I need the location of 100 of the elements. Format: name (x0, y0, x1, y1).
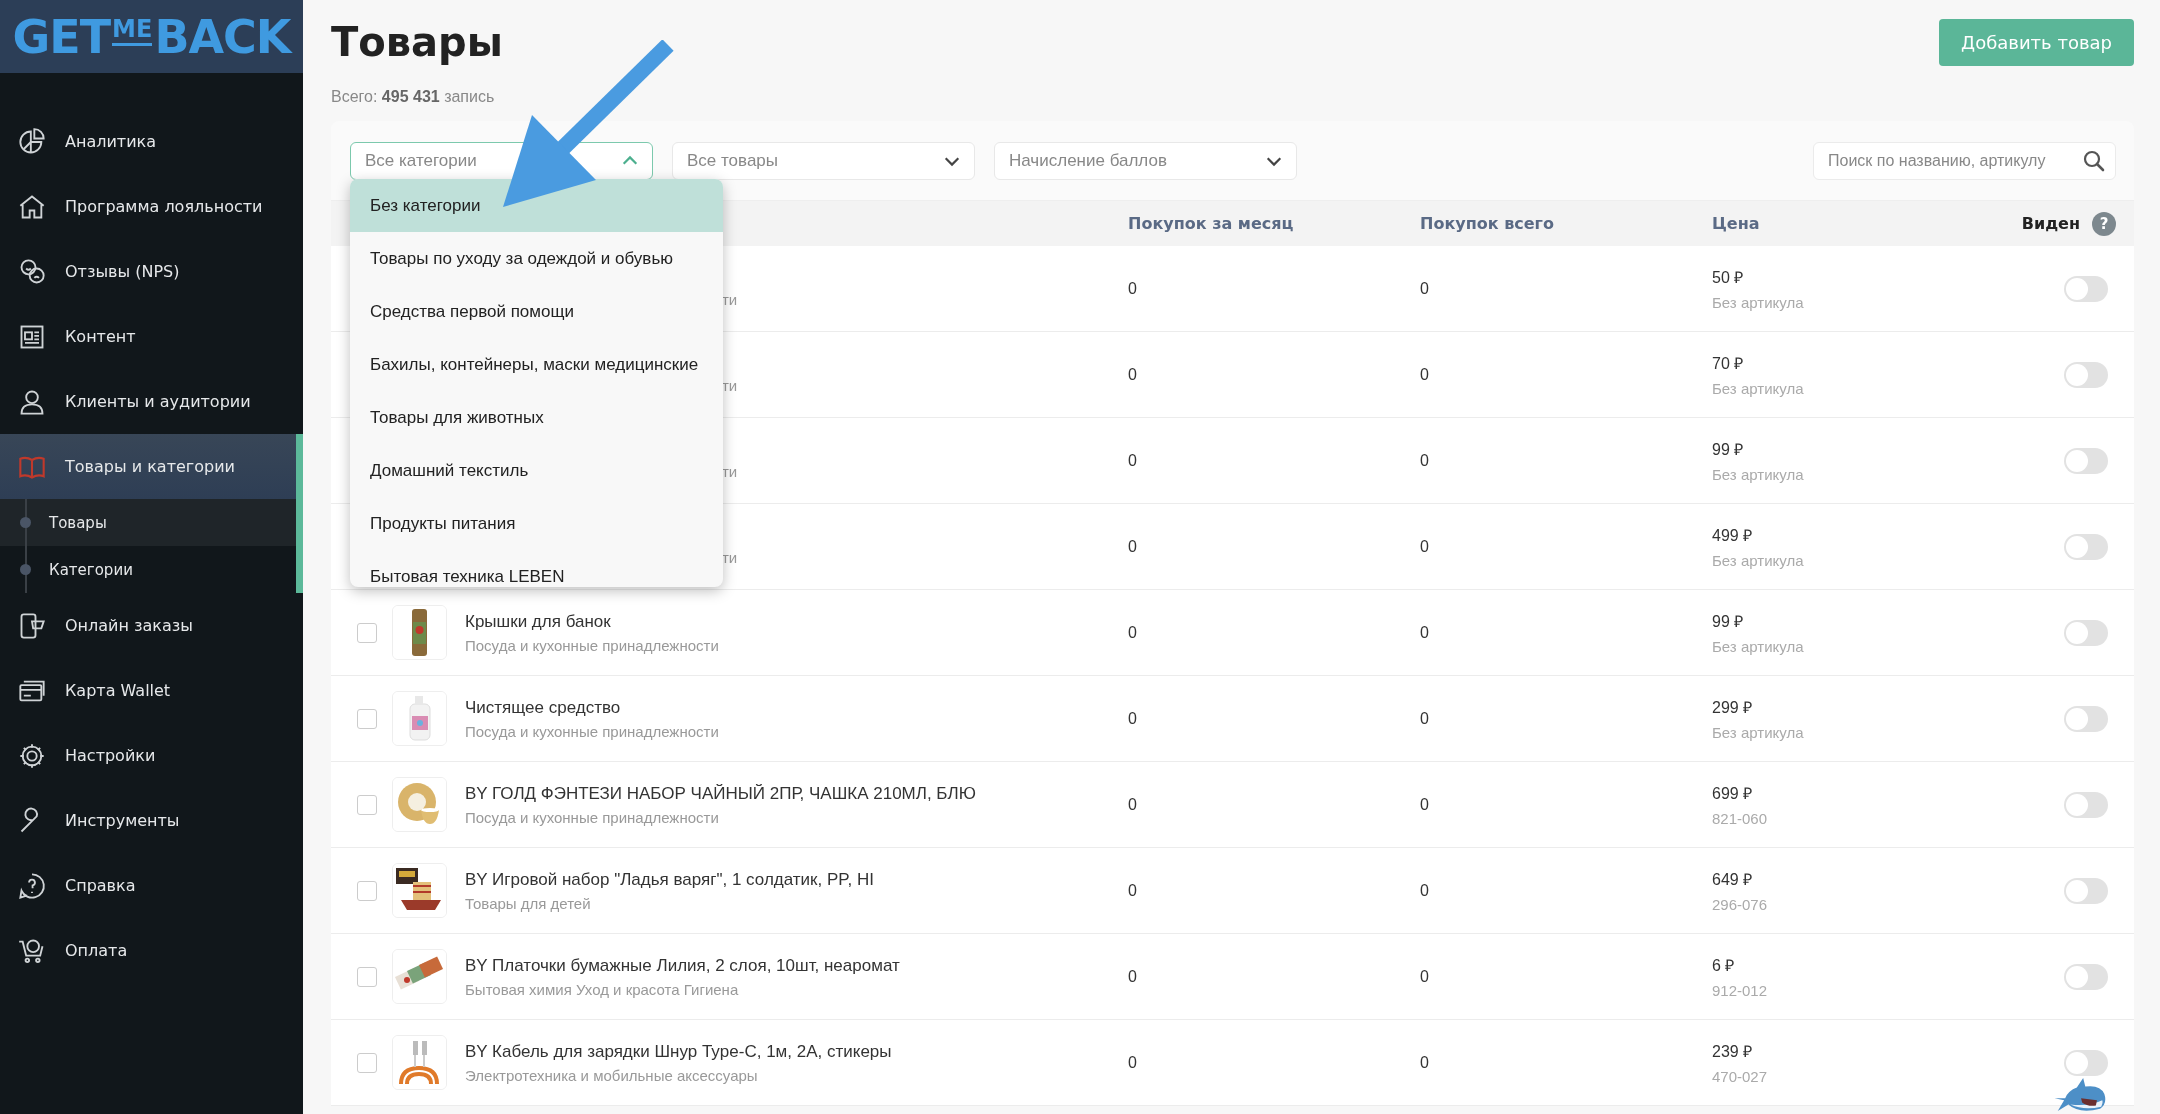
visibility-toggle[interactable] (2064, 1049, 2108, 1076)
dropdown-option[interactable]: Средства первой помощи (350, 285, 723, 338)
product-category: ти (722, 291, 738, 308)
visibility-toggle[interactable] (2064, 877, 2108, 904)
column-header: Виден (2021, 214, 2080, 233)
article-text: Без артикула (1712, 638, 1805, 655)
table-cell-text: 0 (1420, 967, 1430, 986)
sidebar-item[interactable]: Товары и категории (0, 434, 303, 499)
help-icon (18, 871, 46, 900)
table-cell-text: 0 (1420, 365, 1430, 384)
price-text: 699 ₽ (1712, 784, 1754, 804)
product-name[interactable]: BY ГОЛД ФЭНТЕЗИ НАБОР ЧАЙНЫЙ 2ПР, ЧАШКА 210МЛ, БЛЮ (465, 783, 976, 804)
sidebar-item[interactable]: Настройки (0, 723, 303, 788)
product-name[interactable]: Крышки для банок (465, 611, 719, 632)
sidebar-item[interactable]: Инструменты (0, 788, 303, 853)
price-text: 6 ₽ (1712, 956, 1736, 976)
table-cell-text: 0 (1420, 279, 1430, 298)
price-text: 99 ₽ (1712, 612, 1745, 632)
sidebar-item[interactable]: Контент (0, 304, 303, 369)
product-category: Посуда и кухонные принадлежности (465, 722, 719, 740)
dropdown-option[interactable]: Бытовая техника LEBEN (350, 550, 723, 587)
article-text: Без артикула (1712, 724, 1805, 741)
table-cell-text: 0 (1420, 709, 1430, 728)
article-text: 912-012 (1712, 982, 1769, 999)
product-category: Посуда и кухонные принадлежности (465, 636, 719, 654)
article-text: 821-060 (1712, 810, 1769, 827)
row-checkbox[interactable] (357, 708, 377, 729)
visibility-toggle[interactable] (2064, 705, 2108, 732)
table-cell-text: 0 (1420, 881, 1430, 900)
article-text: Без артикула (1712, 294, 1805, 311)
table-cell-text: 0 (1128, 795, 1138, 814)
row-checkbox[interactable] (357, 966, 377, 987)
product-category: ти (722, 549, 738, 566)
dropdown-option[interactable]: Товары по уходу за одеждой и обувью (350, 232, 723, 285)
dropdown-option[interactable]: Товары для животных (350, 391, 723, 444)
sidebar-item[interactable]: Программа лояльности (0, 174, 303, 239)
price-text: 499 ₽ (1712, 526, 1754, 546)
product-name[interactable]: Чистящее средство (465, 697, 719, 718)
product-category: Бытовая химия Уход и красота Гигиена (465, 980, 740, 998)
search-field[interactable]: Поиск по названию, артикулу (1813, 141, 2116, 180)
visibility-toggle[interactable] (2064, 791, 2108, 818)
product-name[interactable]: BY Кабель для зарядки Шнур Type-C, 1м, 2A, стикеры (465, 1041, 892, 1062)
row-checkbox[interactable] (357, 880, 377, 901)
sidebar-item[interactable]: Карта Wallet (0, 658, 303, 723)
visibility-toggle[interactable] (2064, 619, 2108, 646)
gear-icon (18, 741, 46, 770)
visibility-toggle[interactable] (2064, 361, 2108, 388)
product-category: Товары для детей (465, 894, 592, 912)
table-cell-text: 0 (1420, 1053, 1430, 1072)
table-cell-text: 0 (1420, 537, 1430, 556)
sidebar-subitem[interactable]: Товары (0, 499, 303, 546)
sidebar-item[interactable]: Оплата (0, 918, 303, 983)
product-name[interactable]: BY Игровой набор "Ладья варяг", 1 солдатик, PP, HI (465, 869, 874, 890)
table-cell-text: 0 (1128, 623, 1138, 642)
article-text: Без артикула (1712, 552, 1805, 569)
row-checkbox[interactable] (357, 1052, 377, 1073)
sidebar-item[interactable]: Аналитика (0, 109, 303, 174)
search-icon[interactable] (2082, 148, 2106, 173)
table-cell-text: 0 (1128, 537, 1138, 556)
article-text: Без артикула (1712, 380, 1805, 397)
table-cell-text: 0 (1128, 1053, 1138, 1072)
product-category: Посуда и кухонные принадлежности (465, 808, 720, 826)
table-cell-text: 0 (1420, 795, 1430, 814)
sidebar-item[interactable]: Клиенты и аудитории (0, 369, 303, 434)
phone-cart-icon (18, 611, 46, 640)
dropdown-option[interactable]: Без категории (350, 179, 723, 232)
chat-faces-icon (18, 257, 46, 286)
row-checkbox[interactable] (357, 622, 377, 643)
visibility-toggle[interactable] (2064, 275, 2108, 302)
dropdown-option[interactable]: Домашний текстиль (350, 444, 723, 497)
price-text: 649 ₽ (1712, 870, 1754, 890)
dropdown-option[interactable]: Бахилы, контейнеры, маски медицинские (350, 338, 723, 391)
product-category: Электротехника и мобильные аксессуары (465, 1066, 759, 1084)
product-name[interactable]: BY Платочки бумажные Лилия, 2 слоя, 10шт, неаромат (465, 955, 900, 976)
help-icon[interactable]: ? (2092, 211, 2116, 236)
chart-icon (18, 127, 46, 156)
sidebar-item[interactable]: Справка (0, 853, 303, 918)
table-cell-text: 0 (1128, 881, 1138, 900)
sidebar-item[interactable]: Онлайн заказы (0, 593, 303, 658)
price-text: 70 ₽ (1712, 354, 1745, 374)
sidebar-item[interactable]: Отзывы (NPS) (0, 239, 303, 304)
column-header: Покупок за месяц (1128, 214, 1295, 233)
table-cell-text: 0 (1128, 451, 1138, 470)
price-text: 50 ₽ (1712, 268, 1745, 288)
price-text: 99 ₽ (1712, 440, 1745, 460)
table-cell-text: 0 (1128, 279, 1138, 298)
visibility-toggle[interactable] (2064, 963, 2108, 990)
table-cell-text: 0 (1128, 709, 1138, 728)
article-text: 296-076 (1712, 896, 1769, 913)
column-header: Покупок всего (1420, 214, 1555, 233)
table-cell-text: 0 (1128, 365, 1138, 384)
row-checkbox[interactable] (357, 794, 377, 815)
product-category: ти (722, 463, 738, 480)
price-text: 299 ₽ (1712, 698, 1754, 718)
dropdown-option[interactable]: Продукты питания (350, 497, 723, 550)
visibility-toggle[interactable] (2064, 533, 2108, 560)
table-cell-text: 0 (1128, 967, 1138, 986)
price-text: 239 ₽ (1712, 1042, 1754, 1062)
table-cell-text: 0 (1420, 451, 1430, 470)
visibility-toggle[interactable] (2064, 447, 2108, 474)
